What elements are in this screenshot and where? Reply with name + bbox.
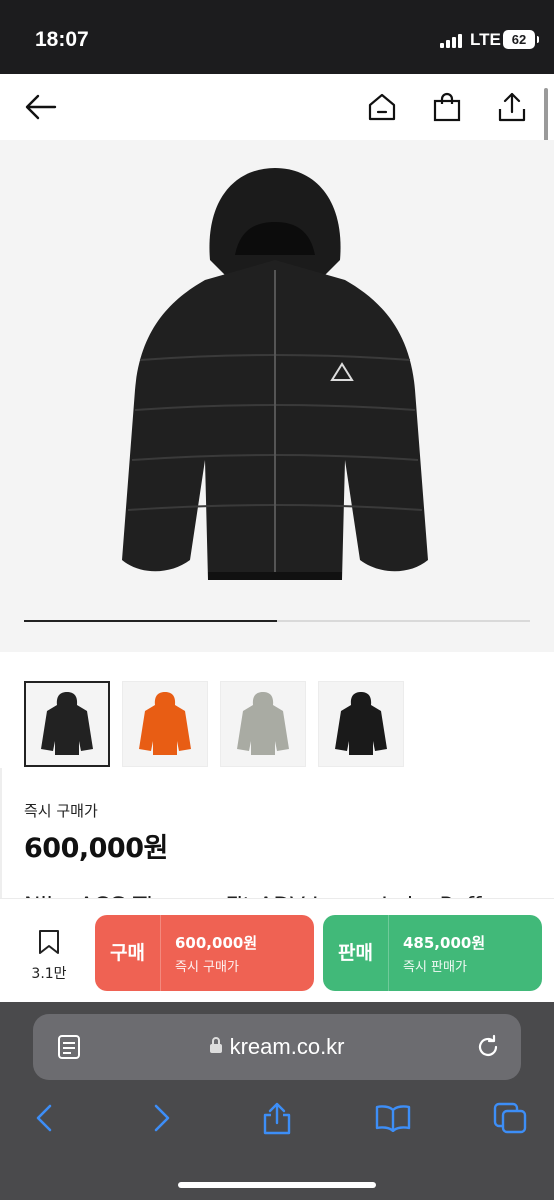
status-bar: 18:07 LTE 62 [0,0,554,74]
signal-icon [440,32,462,48]
browser-toolbar: kream.co.kr [0,1002,554,1200]
share-icon [263,1102,291,1135]
browser-forward-button[interactable] [142,1098,182,1138]
tabs-icon [493,1102,527,1134]
book-icon [375,1105,411,1132]
browser-share-button[interactable] [257,1098,297,1138]
url-text: kream.co.kr [229,1034,345,1059]
tabs-button[interactable] [490,1098,530,1138]
shopping-bag-button[interactable] [424,84,470,130]
app-header [0,74,554,140]
sell-label: 판매 [323,915,389,991]
product-image [122,168,428,580]
chevron-right-icon [154,1104,170,1132]
gallery-progress-fill [24,620,277,622]
sell-button[interactable]: 판매 485,000원 즉시 판매가 [323,915,542,991]
arrow-left-icon [25,94,57,120]
lock-icon [210,1037,223,1053]
url-display: kream.co.kr [33,1034,521,1060]
address-bar[interactable]: kream.co.kr [33,1014,521,1080]
thumbnail-image [41,692,93,755]
thumbnail-orange[interactable] [122,681,208,767]
instant-buy-label: 즉시 구매가 [24,802,98,820]
thumbnail-grey[interactable] [220,681,306,767]
product-image-gallery[interactable] [0,140,554,652]
buy-price: 600,000원 [175,933,258,952]
thumbnail-image [139,692,191,755]
purchase-action-bar: 3.1만 구매 600,000원 즉시 구매가 판매 485,000원 즉시 판… [0,898,554,1002]
wishlist-count: 3.1만 [31,966,67,982]
thumbnail-list [24,681,404,767]
thumbnail-black[interactable] [24,681,110,767]
home-indicator[interactable] [178,1182,376,1188]
browser-nav [0,1098,554,1142]
network-label: LTE [470,30,501,49]
bookmarks-button[interactable] [373,1098,413,1138]
buy-button[interactable]: 구매 600,000원 즉시 구매가 [95,915,314,991]
wishlist-button[interactable]: 3.1만 [20,929,78,983]
back-button[interactable] [18,84,64,130]
bookmark-icon [39,930,59,954]
thumbnail-image [335,692,387,755]
reload-icon[interactable] [475,1034,501,1060]
shopping-bag-icon [433,92,461,122]
status-time: 18:07 [35,28,89,51]
share-button[interactable] [489,84,535,130]
battery-icon: 62 [503,30,539,49]
thumbnail-image [237,692,289,755]
divider [0,768,2,898]
sell-price: 485,000원 [403,933,486,952]
browser-back-button[interactable] [24,1098,64,1138]
gallery-progress [24,620,530,622]
home-button[interactable] [359,84,405,130]
buy-subtitle: 즉시 구매가 [175,959,239,975]
thumbnail-black-2[interactable] [318,681,404,767]
sell-subtitle: 즉시 판매가 [403,959,467,975]
home-icon [368,93,396,121]
buy-label: 구매 [95,915,161,991]
share-icon [498,92,526,122]
chevron-left-icon [36,1104,52,1132]
product-price: 600,000원 [24,833,168,864]
